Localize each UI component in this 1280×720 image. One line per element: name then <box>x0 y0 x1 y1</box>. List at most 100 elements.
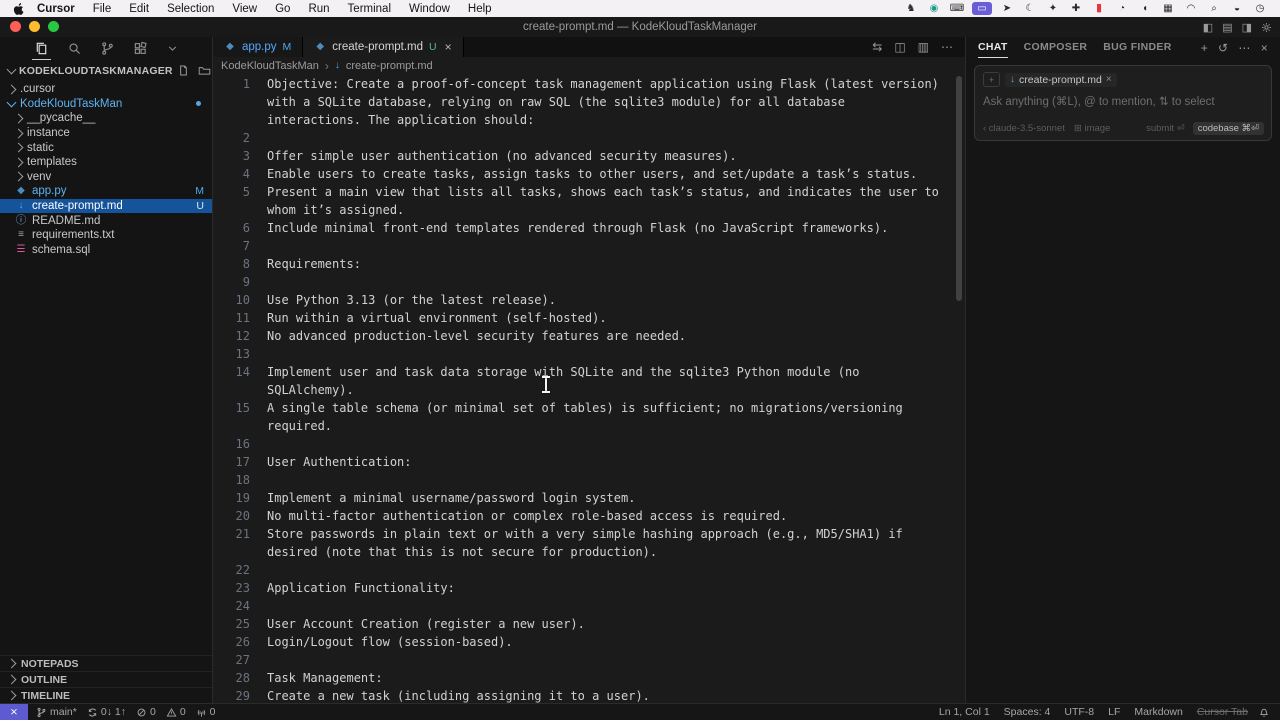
volume-icon[interactable]: ◖ <box>1137 2 1153 15</box>
tree-item[interactable]: venv <box>0 170 212 185</box>
dropbox-icon[interactable]: ✦ <box>1045 2 1061 15</box>
code-line[interactable]: 17 User Authentication: <box>213 453 965 471</box>
git-sync-indicator[interactable]: 0↓ 1↑ <box>87 706 126 718</box>
tree-item[interactable]: templates <box>0 155 212 170</box>
code-line[interactable]: 9 <box>213 273 965 291</box>
errors-indicator[interactable]: 0 <box>136 706 156 718</box>
history-icon[interactable]: ↺ <box>1218 41 1228 55</box>
code-line[interactable]: 29 Create a new task (including assignin… <box>213 687 965 703</box>
git-branch-indicator[interactable]: main* <box>36 706 77 718</box>
open-changes-icon[interactable]: ⇆ <box>872 40 882 54</box>
context-chip[interactable]: ↓ create-prompt.md × <box>1005 72 1117 87</box>
code-line[interactable]: 3 Offer simple user authentication (no a… <box>213 147 965 165</box>
arrow-icon[interactable]: ➤ <box>999 2 1015 15</box>
model-selector[interactable]: ‹ claude-3.5-sonnet <box>983 123 1065 134</box>
chat-tab[interactable]: BUG FINDER <box>1103 37 1171 58</box>
menu-item[interactable]: Selection <box>158 3 223 15</box>
battery-icon[interactable]: ▮ <box>1091 2 1107 15</box>
add-context-button[interactable]: + <box>983 72 1000 87</box>
new-chat-icon[interactable]: + <box>1201 41 1208 55</box>
new-folder-icon[interactable] <box>198 64 211 77</box>
status-item[interactable]: Ln 1, Col 1 <box>939 706 990 718</box>
code-line[interactable]: 6 Include minimal front-end templates re… <box>213 219 965 237</box>
menu-item[interactable]: Help <box>459 3 501 15</box>
more-icon[interactable]: ⋯ <box>1238 41 1250 55</box>
timer-icon[interactable]: ◔ <box>1114 2 1130 15</box>
attach-image-button[interactable]: ⊞ image <box>1074 123 1110 134</box>
menu-item[interactable]: Cursor <box>28 3 84 15</box>
tree-item[interactable]: __pycache__ <box>0 111 212 126</box>
explorer-icon[interactable] <box>31 38 51 60</box>
code-line[interactable]: 28 Task Management: <box>213 669 965 687</box>
code-line[interactable]: 7 <box>213 237 965 255</box>
code-line[interactable]: 1 Objective: Create a proof-of-concept t… <box>213 75 965 129</box>
tree-item[interactable]: README.md <box>0 213 212 228</box>
menu-item[interactable]: Edit <box>120 3 158 15</box>
chevron-down-icon[interactable] <box>164 39 181 59</box>
editor-tab[interactable]: create-prompt.md U × <box>303 37 464 57</box>
keyboard-icon[interactable]: ⌨ <box>949 2 965 15</box>
code-line[interactable]: 25 User Account Creation (register a new… <box>213 615 965 633</box>
editor-tab[interactable]: app.py M <box>213 37 304 57</box>
code-line[interactable]: 26 Login/Logout flow (session-based). <box>213 633 965 651</box>
menu-item[interactable]: Window <box>400 3 459 15</box>
sidebar-section[interactable]: OUTLINE <box>0 671 212 687</box>
code-editor[interactable]: 1 Objective: Create a proof-of-concept t… <box>213 74 965 703</box>
chat-tab[interactable]: CHAT <box>978 37 1008 58</box>
code-line[interactable]: 23 Application Functionality: <box>213 579 965 597</box>
notifications-bell-icon[interactable] <box>1258 706 1280 718</box>
code-line[interactable]: 20 No multi-factor authentication or com… <box>213 507 965 525</box>
remove-context-icon[interactable]: × <box>1106 74 1112 85</box>
menu-item[interactable]: Terminal <box>339 3 400 15</box>
toggle-panel-icon[interactable]: ▤ <box>1222 21 1232 34</box>
code-line[interactable]: 11 Run within a virtual environment (sel… <box>213 309 965 327</box>
layout-icon[interactable]: ▥ <box>918 40 929 54</box>
wifi-icon[interactable]: ◠ <box>1183 2 1199 15</box>
close-window-button[interactable] <box>10 21 21 32</box>
menu-item[interactable]: Run <box>299 3 338 15</box>
code-line[interactable]: 8 Requirements: <box>213 255 965 273</box>
tree-item[interactable]: app.py M <box>0 184 212 199</box>
breadcrumb-file[interactable]: create-prompt.md <box>346 60 433 72</box>
ports-indicator[interactable]: 0 <box>196 706 216 718</box>
status-item[interactable]: LF <box>1108 706 1120 718</box>
split-editor-icon[interactable]: ◫ <box>894 40 905 54</box>
extensions-icon[interactable] <box>131 38 150 60</box>
browser-icon[interactable]: ◉ <box>926 2 942 15</box>
search-icon[interactable] <box>65 38 84 60</box>
menu-item[interactable]: File <box>84 3 121 15</box>
code-line[interactable]: 24 <box>213 597 965 615</box>
status-item[interactable]: Cursor Tab <box>1197 706 1248 718</box>
tree-item[interactable]: KodeKloudTaskMan <box>0 97 212 112</box>
tree-item[interactable]: create-prompt.md U <box>0 198 212 214</box>
grid-icon[interactable]: ▦ <box>1160 2 1176 15</box>
code-line[interactable]: 21 Store passwords in plain text or with… <box>213 525 965 561</box>
tree-item[interactable]: static <box>0 140 212 155</box>
menu-item[interactable]: Go <box>266 3 299 15</box>
breadcrumb[interactable]: KodeKloudTaskMan › ↓ create-prompt.md <box>213 57 965 74</box>
user-switch-icon[interactable]: ◒ <box>1229 2 1245 15</box>
code-line[interactable]: 14 Implement user and task data storage … <box>213 363 965 399</box>
toggle-right-sidebar-icon[interactable]: ◨ <box>1242 21 1252 34</box>
moon-icon[interactable]: ☾ <box>1022 2 1038 15</box>
code-line[interactable]: 5 Present a main view that lists all tas… <box>213 183 965 219</box>
code-line[interactable]: 13 <box>213 345 965 363</box>
chat-tab[interactable]: COMPOSER <box>1024 37 1088 58</box>
chat-input-box[interactable]: + ↓ create-prompt.md × Ask anything (⌘L)… <box>974 65 1272 141</box>
code-line[interactable]: 16 <box>213 435 965 453</box>
search-icon[interactable]: ⌕ <box>1206 2 1222 15</box>
settings-gear-icon[interactable] <box>1261 22 1272 33</box>
minimize-window-button[interactable] <box>29 21 40 32</box>
code-line[interactable]: 12 No advanced production-level security… <box>213 327 965 345</box>
code-line[interactable]: 27 <box>213 651 965 669</box>
codebase-button[interactable]: codebase ⌘⏎ <box>1192 122 1264 135</box>
status-item[interactable]: Spaces: 4 <box>1004 706 1051 718</box>
status-item[interactable]: Markdown <box>1134 706 1182 718</box>
remote-indicator[interactable]: ⨯ <box>0 704 28 720</box>
clock-icon[interactable]: ◷ <box>1252 2 1268 15</box>
code-line[interactable]: 4 Enable users to create tasks, assign t… <box>213 165 965 183</box>
zoom-window-button[interactable] <box>48 21 59 32</box>
close-panel-icon[interactable]: × <box>1261 41 1268 55</box>
explorer-header[interactable]: KODEKLOUDTASKMANAGER <box>0 61 252 80</box>
submit-button[interactable]: submit ⏎ <box>1146 123 1185 134</box>
